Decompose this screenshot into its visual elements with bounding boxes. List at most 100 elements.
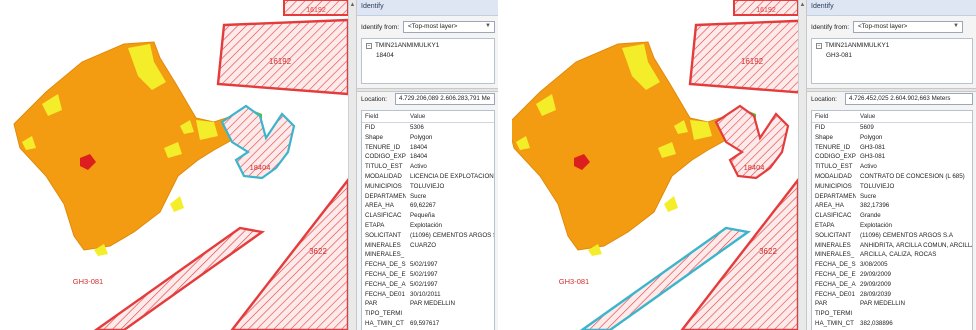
- attribute-row[interactable]: HA_TMIN_CT 382,038896: [812, 319, 972, 329]
- attribute-field: TITULO_EST: [365, 163, 403, 171]
- concession-polygon-16192[interactable]: 16192: [216, 18, 348, 96]
- attribute-row[interactable]: FID 5306: [362, 123, 494, 133]
- attribute-row[interactable]: TENURE_ID 18404: [362, 143, 494, 153]
- attribute-row[interactable]: AREA_HA 69,62267: [362, 201, 494, 211]
- attribute-row[interactable]: FECHA_DE01 28/09/2039: [812, 290, 972, 300]
- attribute-field: CLASIFICAC: [365, 212, 402, 220]
- attribute-value: Polygon: [410, 133, 433, 141]
- attribute-row[interactable]: MINERALES_: [362, 250, 494, 260]
- identify-from-value: <Top-most layer>: [858, 23, 908, 30]
- attribute-row[interactable]: SOLICITANT (11096) CEMENTOS ARGOS S.A: [362, 231, 494, 241]
- panel-splitter[interactable]: [357, 88, 498, 92]
- attribute-row[interactable]: ETAPA Explotación: [362, 221, 494, 231]
- concession-polygon-16192[interactable]: 16192: [688, 19, 798, 94]
- concession-label-3622: 3622: [309, 247, 327, 256]
- attribute-value: 5/02/1997: [410, 261, 438, 269]
- attribute-value: Explotación: [860, 221, 892, 229]
- scroll-up-icon[interactable]: ▲: [349, 0, 356, 10]
- attribute-row[interactable]: MODALIDAD CONTRATO DE CONCESION (L 685): [812, 172, 972, 182]
- attribute-row[interactable]: FECHA_DE_S 3/08/2005: [812, 260, 972, 270]
- attribute-row[interactable]: TENURE_ID GH3-081: [812, 143, 972, 153]
- tree-feature-node[interactable]: 18404: [366, 52, 490, 59]
- attribute-value: Polygon: [860, 133, 883, 141]
- top-clipped-polygon[interactable]: 16192: [283, 0, 348, 16]
- attribute-row[interactable]: Shape Polygon: [812, 133, 972, 143]
- attribute-row[interactable]: TITULO_EST Activo: [362, 162, 494, 172]
- attribute-row[interactable]: TIPO_TERMI: [362, 309, 494, 319]
- attribute-row[interactable]: MUNICIPIOS TOLUVIEJO: [362, 182, 494, 192]
- concession-polygon-18404[interactable]: 18404: [220, 104, 296, 180]
- attribute-row[interactable]: MINERALES ANHIDRITA, ARCILLA COMUN, ARCIL…: [812, 241, 972, 251]
- concession-polygon-18404[interactable]: 18404: [714, 104, 790, 180]
- attribute-value: PAR MEDELLIN: [860, 300, 905, 308]
- attribute-field: CODIGO_EXP: [815, 153, 856, 161]
- attribute-row[interactable]: FECHA_DE_E 5/02/1997: [362, 270, 494, 280]
- attribute-value: Activo: [860, 163, 877, 171]
- identify-from-select[interactable]: <Top-most layer> ▼: [403, 21, 495, 33]
- attribute-row[interactable]: CODIGO_EXP GH3-081: [812, 152, 972, 162]
- collapse-icon[interactable]: −: [366, 42, 372, 49]
- map-canvas[interactable]: 16192 16192 3622 GH3-081 18404: [512, 0, 798, 330]
- attribute-table[interactable]: Field Value FID 5609 Shape Polygon TENURE_ID…: [811, 110, 973, 330]
- concession-label-18404: 18404: [250, 163, 271, 172]
- result-tree[interactable]: − TMIN21ANMIMULKY1 GH3-081: [811, 38, 973, 84]
- attribute-row[interactable]: DEPARTAMEN Sucre: [812, 192, 972, 202]
- top-clipped-polygon[interactable]: 16192: [733, 0, 798, 16]
- attribute-row[interactable]: CODIGO_EXP 18404: [362, 152, 494, 162]
- concession-polygon-3622[interactable]: 3622: [230, 178, 348, 330]
- attribute-row[interactable]: MINERALES CUARZO: [362, 241, 494, 251]
- attribute-row[interactable]: FECHA_DE_E 29/09/2009: [812, 270, 972, 280]
- tree-feature-node[interactable]: GH3-081: [816, 52, 968, 59]
- attribute-value: (11096) CEMENTOS ARGOS S.A: [410, 231, 494, 239]
- chevron-down-icon[interactable]: ▼: [953, 23, 959, 29]
- attribute-row[interactable]: SOLICITANT (11096) CEMENTOS ARGOS S.A: [812, 231, 972, 241]
- attribute-row[interactable]: FECHA_DE01 30/10/2011: [362, 290, 494, 300]
- attribute-row[interactable]: MUNICIPIOS TOLUVIEJO: [812, 182, 972, 192]
- attribute-row[interactable]: TIPO_TERMI: [812, 309, 972, 319]
- location-field[interactable]: 4.726.452,025 2.604.902,663 Meters: [845, 93, 973, 105]
- attribute-table[interactable]: Field Value FID 5306 Shape Polygon TENURE_ID…: [361, 110, 495, 330]
- map-scrollbar-right[interactable]: ▲: [798, 0, 806, 330]
- chevron-down-icon[interactable]: ▼: [485, 23, 491, 29]
- concession-label-16192: 16192: [741, 57, 764, 66]
- attribute-row[interactable]: HA_TMIN_CT 69,597617: [362, 319, 494, 329]
- map-view-right[interactable]: 16192 16192 3622 GH3-081 18404: [512, 0, 798, 330]
- location-label: Location:: [811, 96, 837, 103]
- result-tree[interactable]: − TMIN21ANMIMULKY1 18404: [361, 38, 495, 84]
- map-canvas[interactable]: 16192 16192 3622 GH3-081 18404: [0, 0, 348, 330]
- panel-splitter[interactable]: [807, 88, 976, 92]
- attribute-row[interactable]: FECHA_DE_A 29/09/2009: [812, 280, 972, 290]
- attribute-row[interactable]: AREA_HA 382,17396: [812, 201, 972, 211]
- attribute-field: MODALIDAD: [365, 172, 402, 180]
- attribute-row[interactable]: MINERALES_ ARCILLA, CALIZA, ROCAS: [812, 250, 972, 260]
- attribute-row[interactable]: CLASIFICAC Pequeña: [362, 211, 494, 221]
- attribute-field: MINERALES_: [815, 251, 855, 259]
- attribute-row[interactable]: CLASIFICAC Grande: [812, 211, 972, 221]
- map-view-left[interactable]: 16192 16192 3622 GH3-081 18404: [0, 0, 348, 330]
- attribute-value: 69,597617: [410, 319, 440, 327]
- attribute-value: [406, 309, 494, 319]
- scroll-up-icon[interactable]: ▲: [799, 0, 806, 10]
- attribute-row[interactable]: PAR PAR MEDELLIN: [812, 299, 972, 309]
- attribute-field: FECHA_DE_E: [365, 270, 406, 278]
- attribute-field: Shape: [815, 133, 833, 141]
- tree-layer-node[interactable]: − TMIN21ANMIMULKY1: [816, 42, 968, 49]
- attribute-field: FECHA_DE_A: [365, 280, 406, 288]
- attribute-field: FECHA_DE_E: [815, 270, 856, 278]
- attribute-row[interactable]: FECHA_DE_S 5/02/1997: [362, 260, 494, 270]
- attribute-field: FECHA_DE_A: [815, 280, 856, 288]
- attribute-row[interactable]: TITULO_EST Activo: [812, 162, 972, 172]
- map-scrollbar-left[interactable]: ▲: [348, 0, 356, 330]
- tree-layer-node[interactable]: − TMIN21ANMIMULKY1: [366, 42, 490, 49]
- attribute-row[interactable]: FECHA_DE_A 5/02/1997: [362, 280, 494, 290]
- collapse-icon[interactable]: −: [816, 42, 822, 49]
- identify-from-select[interactable]: <Top-most layer> ▼: [853, 21, 963, 33]
- attribute-row[interactable]: MODALIDAD LICENCIA DE EXPLOTACION: [362, 172, 494, 182]
- attribute-value: ANHIDRITA, ARCILLA COMUN, ARCILLAS, ARCI…: [860, 241, 972, 249]
- attribute-row[interactable]: ETAPA Explotación: [812, 221, 972, 231]
- attribute-row[interactable]: PAR PAR MEDELLIN: [362, 299, 494, 309]
- attribute-row[interactable]: DEPARTAMEN Sucre: [362, 192, 494, 202]
- attribute-row[interactable]: Shape Polygon: [362, 133, 494, 143]
- attribute-row[interactable]: FID 5609: [812, 123, 972, 133]
- location-field[interactable]: 4.729.206,089 2.606.283,791 Me: [395, 93, 495, 105]
